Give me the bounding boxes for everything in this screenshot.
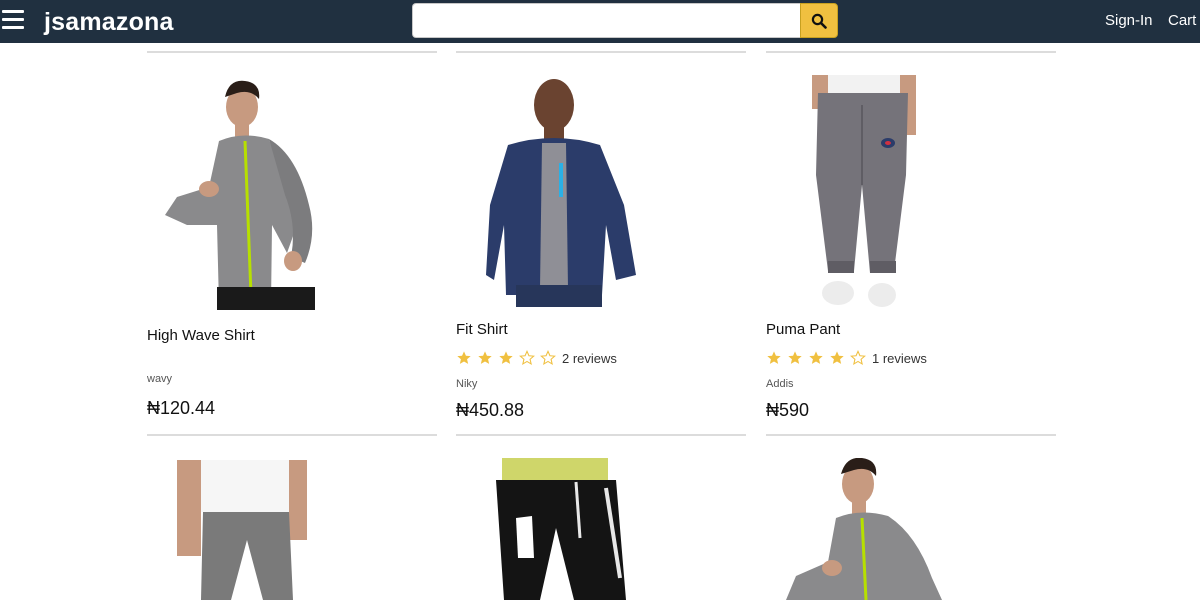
card-divider xyxy=(456,434,746,436)
star-empty-icon xyxy=(519,350,535,366)
product-image xyxy=(165,80,315,310)
star-filled-icon xyxy=(830,351,844,364)
product-image xyxy=(486,79,636,307)
star-filled-icon xyxy=(809,351,823,364)
product-name-link[interactable]: High Wave Shirt xyxy=(147,327,255,344)
product-card: Puma Pant 1 reviews Addis ₦590 xyxy=(766,0,1056,434)
product-image xyxy=(496,458,626,600)
star-empty-icon xyxy=(850,350,866,366)
card-divider xyxy=(766,434,1056,436)
product-price: ₦590 xyxy=(766,400,810,420)
product-name-link[interactable]: Fit Shirt xyxy=(456,321,508,338)
review-count: 2 reviews xyxy=(562,350,617,366)
product-brand: Addis xyxy=(766,378,794,390)
product-card xyxy=(766,458,1056,600)
product-name-link[interactable]: Puma Pant xyxy=(766,321,840,338)
cart-link[interactable]: Cart xyxy=(1168,12,1196,29)
star-rating: 1 reviews xyxy=(766,350,927,366)
product-image-link[interactable] xyxy=(766,458,1056,600)
star-filled-icon xyxy=(767,351,781,364)
product-card xyxy=(456,458,746,600)
star-empty-icon xyxy=(540,350,556,366)
product-image-link[interactable] xyxy=(456,458,746,600)
hamburger-menu-icon[interactable] xyxy=(2,10,24,32)
star-filled-icon xyxy=(499,351,513,364)
product-image xyxy=(177,460,307,600)
product-card: High Wave Shirt wavy ₦120.44 xyxy=(147,0,437,434)
product-image xyxy=(812,75,916,307)
star-filled-icon xyxy=(788,351,802,364)
product-brand: wavy xyxy=(147,373,173,385)
product-image-link[interactable] xyxy=(147,75,437,310)
product-card xyxy=(147,458,437,600)
product-price: ₦450.88 xyxy=(456,400,525,420)
product-brand: Niky xyxy=(456,378,478,390)
product-image-link[interactable] xyxy=(147,460,437,600)
review-count: 1 reviews xyxy=(872,350,927,366)
star-filled-icon xyxy=(457,351,471,364)
signin-link[interactable]: Sign-In xyxy=(1105,12,1153,29)
product-image xyxy=(786,458,942,600)
product-price: ₦120.44 xyxy=(147,398,216,418)
product-image-link[interactable] xyxy=(766,75,1056,307)
card-divider xyxy=(147,434,437,436)
star-filled-icon xyxy=(478,351,492,364)
product-card: Fit Shirt 2 reviews Niky ₦450.88 xyxy=(456,0,746,434)
product-image-link[interactable] xyxy=(456,75,746,307)
star-rating: 2 reviews xyxy=(456,350,617,366)
